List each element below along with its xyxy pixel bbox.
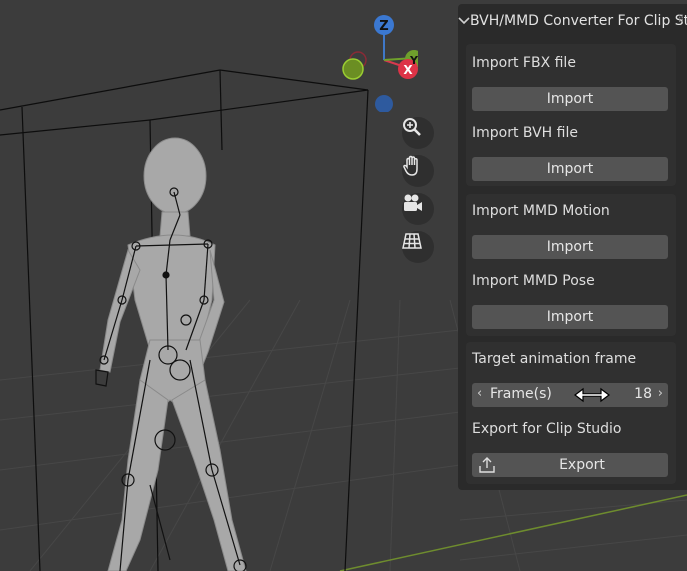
import-bvh-label: Import BVH file [472,125,578,141]
export-upload-icon [478,456,496,478]
frame-number-field[interactable]: ‹ Frame(s) 18 › [472,383,668,407]
decrement-arrow-icon[interactable]: ‹ [477,386,482,401]
import-fbx-label: Import FBX file [472,55,576,71]
frame-field-label: Frame(s) [490,386,552,402]
chevron-down-icon[interactable] [458,17,470,25]
increment-arrow-icon[interactable]: › [658,386,663,401]
gizmo-z-label: Z [379,19,388,34]
export-box: Target animation frame ‹ Frame(s) 18 › E… [466,342,676,484]
export-button[interactable]: Export [472,453,668,477]
import-mmd-box: Import MMD Motion Import Import MMD Pose… [466,194,676,336]
target-frame-label: Target animation frame [472,351,637,367]
import-fbx-bvh-box: Import FBX file Import Import BVH file I… [466,44,676,186]
import-mmd-motion-label: Import MMD Motion [472,203,610,219]
export-clip-studio-label: Export for Clip Studio [472,421,622,437]
import-mmd-pose-button[interactable]: Import [472,305,668,329]
converter-panel: BVH/MMD Converter For Clip St ⁞⁞ Import … [458,4,687,490]
hand-icon[interactable] [402,155,434,187]
import-mmd-pose-label: Import MMD Pose [472,273,595,289]
import-fbx-button[interactable]: Import [472,87,668,111]
resize-cursor-icon [574,387,610,403]
panel-title: BVH/MMD Converter For Clip St [470,13,687,29]
navigation-gizmo[interactable]: Z Y X [338,12,418,112]
export-button-label: Export [559,457,605,473]
panel-header[interactable]: BVH/MMD Converter For Clip St ⁞⁞ [458,4,687,38]
gizmo-x-label: X [403,63,413,77]
camera-icon[interactable] [402,193,434,225]
import-bvh-button[interactable]: Import [472,157,668,181]
frame-field-value: 18 [634,386,652,402]
import-mmd-motion-button[interactable]: Import [472,235,668,259]
grid-icon[interactable] [402,231,434,263]
drag-handle-icon[interactable]: ⁞⁞ [678,12,684,25]
zoom-icon[interactable] [402,117,434,149]
